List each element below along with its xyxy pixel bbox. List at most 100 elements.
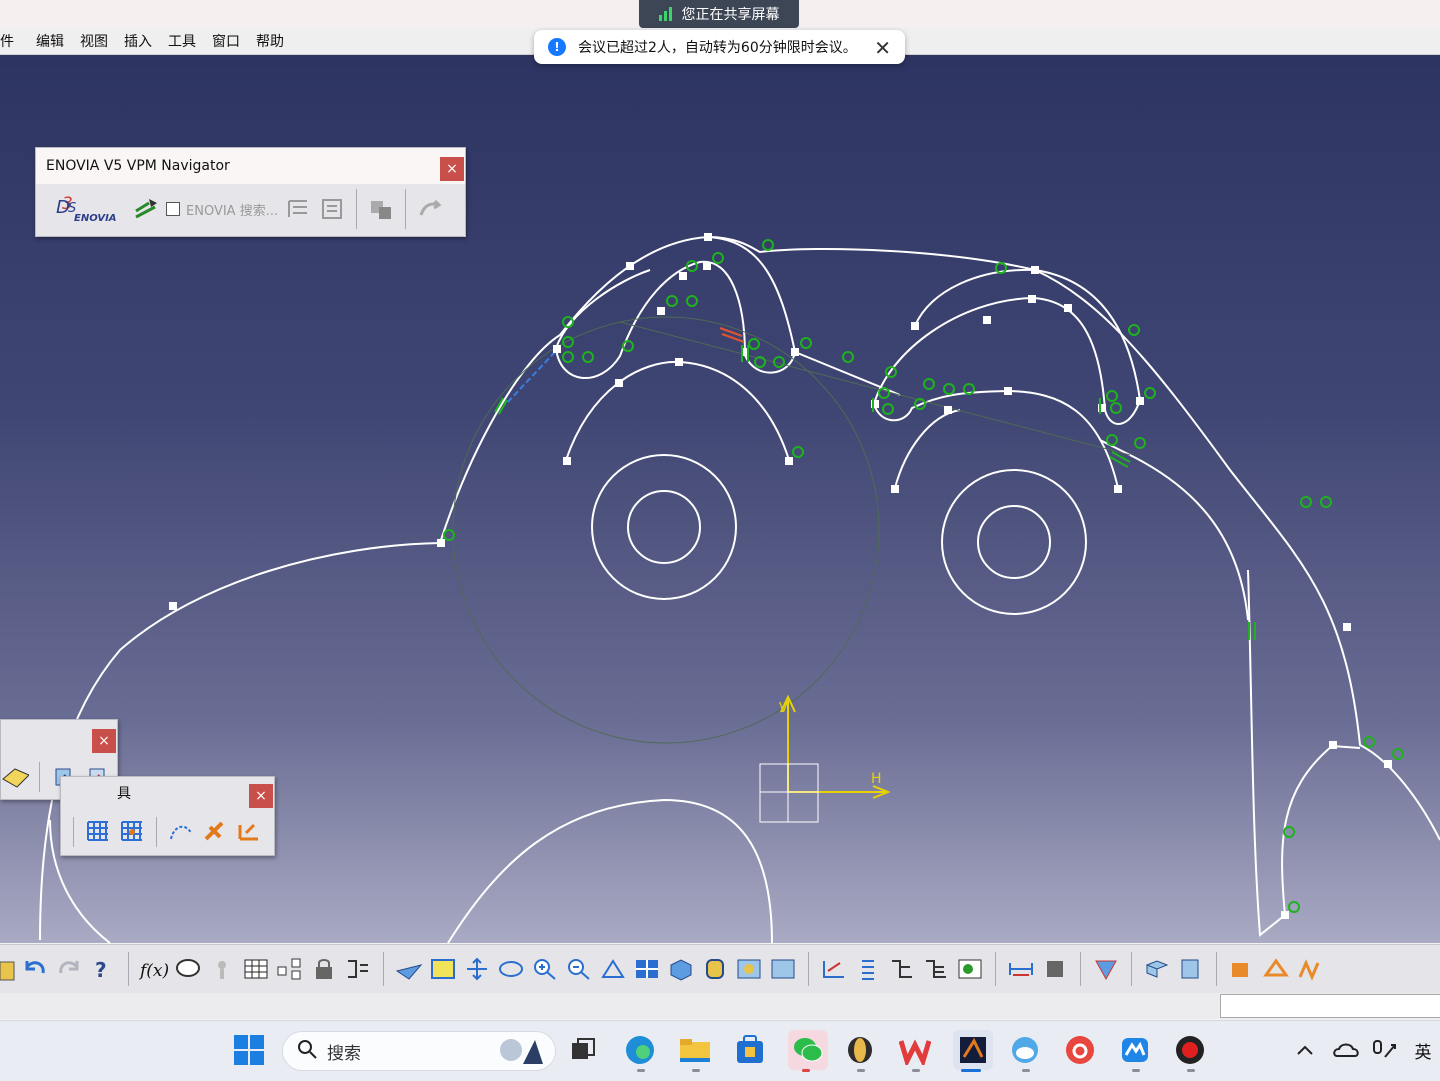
menu-edit[interactable]: 编辑 <box>22 31 72 51</box>
hide-show-icon[interactable] <box>734 954 764 984</box>
outline-detail-icon[interactable] <box>921 954 951 984</box>
svg-text:f(x): f(x) <box>139 961 169 981</box>
taskbar-running-indicator <box>1187 1069 1195 1072</box>
toolbar-separator <box>808 952 809 986</box>
formula-icon[interactable]: f(x) <box>139 954 169 984</box>
construction-element-icon[interactable] <box>167 818 195 846</box>
menu-view[interactable]: 视图 <box>72 31 116 51</box>
swap-space-icon[interactable] <box>768 954 798 984</box>
connect-icon[interactable] <box>132 195 160 223</box>
inertia-icon[interactable] <box>1040 954 1070 984</box>
refresh-icon[interactable] <box>416 195 444 223</box>
axis-v-label: V <box>779 701 788 716</box>
menu-file[interactable]: 件 <box>0 31 22 51</box>
mic-tray-icon[interactable] <box>1368 1033 1402 1067</box>
command-input[interactable] <box>1220 994 1440 1018</box>
iso-view-icon[interactable] <box>666 954 696 984</box>
floating-toolbar-a-close-button[interactable]: × <box>92 729 116 753</box>
fit-all-icon[interactable] <box>428 954 458 984</box>
enovia-panel-title: ENOVIA V5 VPM Navigator <box>36 148 465 184</box>
fly-mode-icon[interactable] <box>394 954 424 984</box>
tree-icon[interactable] <box>284 195 312 223</box>
sync-icon[interactable] <box>367 195 395 223</box>
taskbar-search[interactable]: 搜索 <box>282 1031 556 1071</box>
store-icon[interactable] <box>733 1033 767 1067</box>
floating-toolbar-b-close-button[interactable]: × <box>249 784 273 808</box>
undo-icon[interactable] <box>20 954 50 984</box>
shading-icon[interactable] <box>700 954 730 984</box>
enovia-search-checkbox[interactable] <box>166 202 180 216</box>
notification-text: 会议已超过2人，自动转为60分钟限时会议。 <box>578 40 857 56</box>
toolbar-separator <box>995 952 996 986</box>
zoom-in-icon[interactable] <box>530 954 560 984</box>
toolbar-separator <box>383 952 384 986</box>
close-notification-button[interactable]: ✕ <box>874 36 891 60</box>
enovia-toolbar: 3DS ENOVIA ENOVIA 搜索... <box>36 184 465 234</box>
rotate-icon[interactable] <box>496 954 526 984</box>
structure-icon[interactable] <box>275 954 305 984</box>
screen-share-banner[interactable]: 您正在共享屏幕 <box>639 0 799 28</box>
sketch-plane-icon[interactable] <box>1 763 29 791</box>
taskbar-active-indicator <box>961 1069 981 1072</box>
geometric-constraint-icon[interactable] <box>201 818 229 846</box>
pad-icon[interactable] <box>1142 954 1172 984</box>
share-banner-text: 您正在共享屏幕 <box>681 7 780 23</box>
silhouette-icon[interactable] <box>1295 954 1325 984</box>
comment-icon[interactable] <box>173 954 203 984</box>
paste-icon[interactable] <box>0 954 16 984</box>
dimensional-constraint-icon[interactable] <box>235 818 263 846</box>
list-icon[interactable] <box>853 954 883 984</box>
file-explorer-icon[interactable] <box>678 1033 712 1067</box>
lock-icon[interactable] <box>309 954 339 984</box>
search-highlight-icon <box>487 1034 547 1073</box>
normal-view-icon[interactable] <box>598 954 628 984</box>
lark-icon[interactable] <box>1118 1033 1152 1067</box>
table-icon[interactable] <box>241 954 271 984</box>
enovia-navigator-panel: ENOVIA V5 VPM Navigator × 3DS ENOVIA ENO… <box>35 147 466 237</box>
toolbar-separator <box>1080 952 1081 986</box>
menu-tools[interactable]: 工具 <box>160 31 204 51</box>
redo-icon[interactable] <box>54 954 84 984</box>
floating-toolbar-b: 具 × <box>60 776 275 856</box>
app-shell-icon[interactable] <box>843 1033 877 1067</box>
search-placeholder: 搜索 <box>327 1043 361 1064</box>
enovia-logo-icon[interactable]: 3DS ENOVIA <box>44 189 126 229</box>
netease-music-icon[interactable] <box>1063 1033 1097 1067</box>
pan-icon[interactable] <box>462 954 492 984</box>
pocket-icon[interactable] <box>1176 954 1206 984</box>
menu-help[interactable]: 帮助 <box>248 31 292 51</box>
catia-icon[interactable] <box>953 1030 993 1070</box>
edge-browser-icon[interactable] <box>623 1033 657 1067</box>
screen-recorder-icon[interactable] <box>1173 1033 1207 1067</box>
task-view-icon[interactable] <box>566 1033 600 1067</box>
document-icon[interactable] <box>318 195 346 223</box>
intersect-3d-icon[interactable] <box>1261 954 1291 984</box>
menu-window[interactable]: 窗口 <box>204 31 248 51</box>
enovia-close-button[interactable]: × <box>440 157 464 181</box>
knowledge-icon[interactable] <box>207 954 237 984</box>
svg-text:?: ? <box>95 958 107 981</box>
analysis-icon[interactable] <box>955 954 985 984</box>
apply-material-icon[interactable] <box>1091 954 1121 984</box>
menu-insert[interactable]: 插入 <box>116 31 160 51</box>
cloud-app-icon[interactable] <box>1008 1033 1042 1067</box>
whats-this-icon[interactable]: ? <box>88 954 118 984</box>
exit-workbench-icon[interactable] <box>819 954 849 984</box>
measure-icon[interactable] <box>1006 954 1036 984</box>
onedrive-icon[interactable] <box>1330 1033 1362 1067</box>
tray-chevron-up-icon[interactable] <box>1290 1033 1320 1067</box>
windows-start-icon[interactable] <box>232 1033 266 1067</box>
zoom-out-icon[interactable] <box>564 954 594 984</box>
grid-icon[interactable] <box>84 818 112 846</box>
enovia-search-label[interactable]: ENOVIA 搜索... <box>186 200 278 219</box>
reorder-icon[interactable] <box>343 954 373 984</box>
project-3d-icon[interactable] <box>1227 954 1257 984</box>
wps-office-icon[interactable] <box>898 1033 932 1067</box>
toolbar-separator <box>156 817 157 847</box>
outline-icon[interactable] <box>887 954 917 984</box>
snap-grid-icon[interactable] <box>118 818 146 846</box>
wechat-icon[interactable] <box>788 1030 828 1070</box>
status-bar <box>0 993 1440 1019</box>
multi-view-icon[interactable] <box>632 954 662 984</box>
ime-indicator[interactable]: 英 <box>1408 1033 1438 1067</box>
